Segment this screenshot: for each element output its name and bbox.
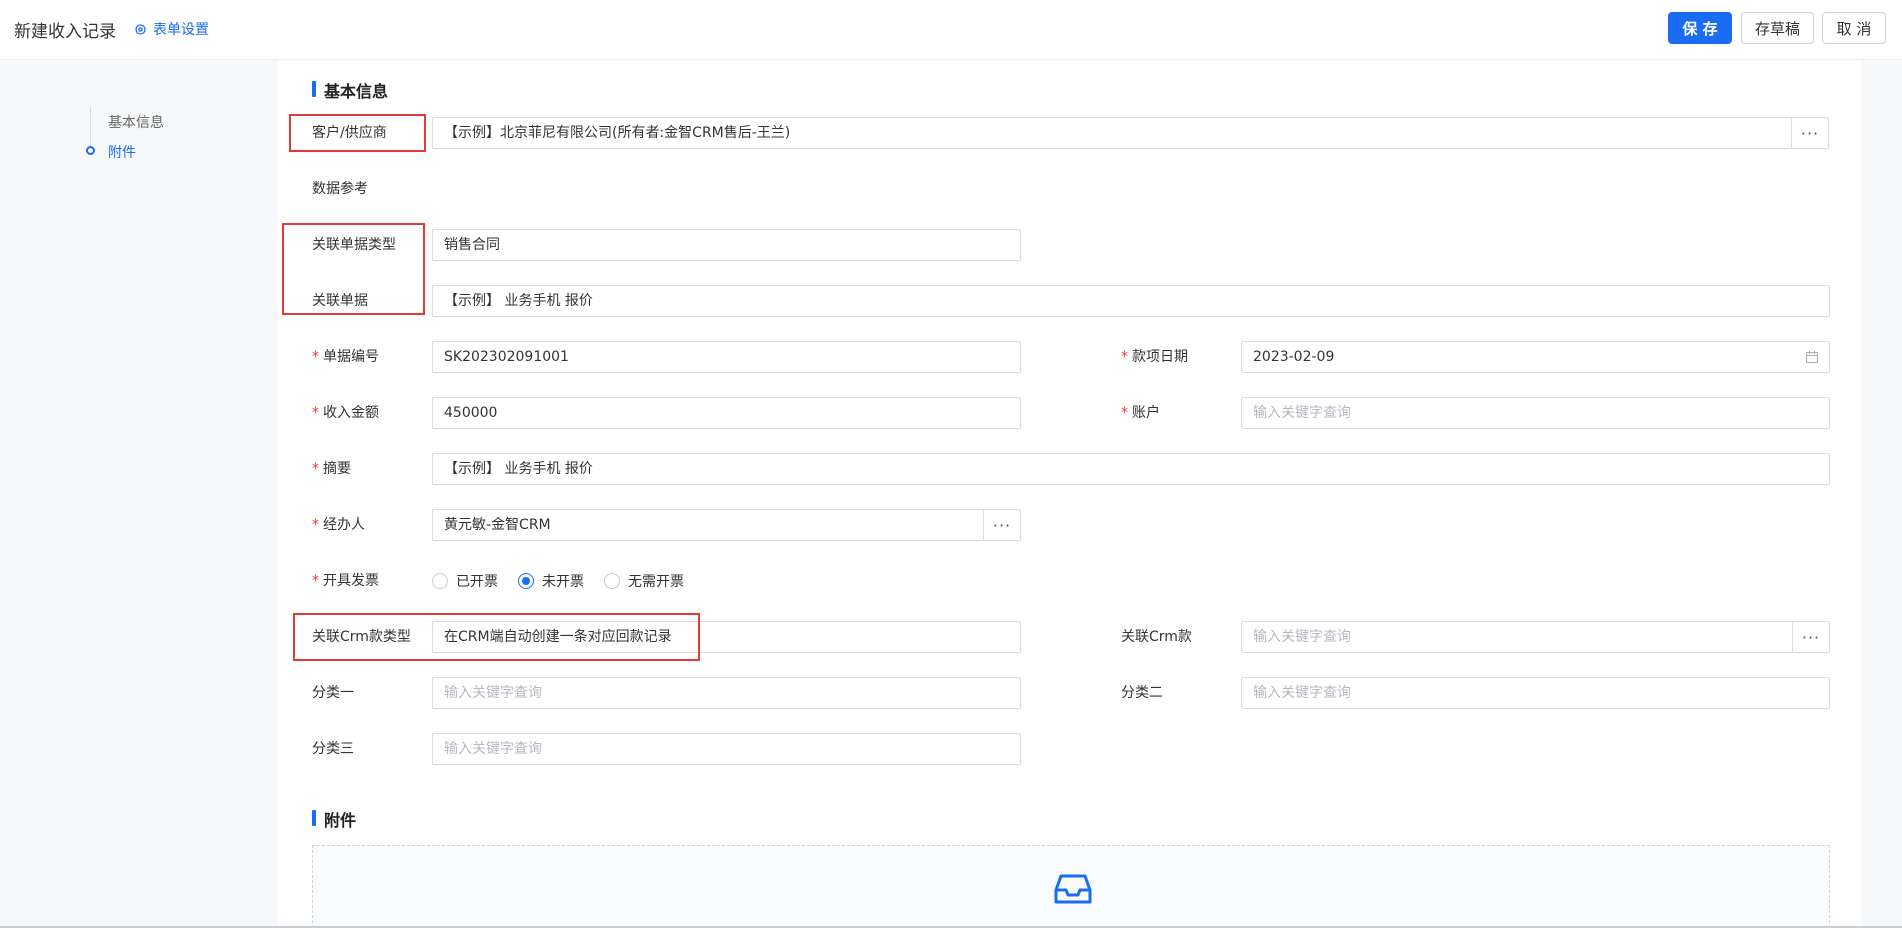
top-header: 新建收入记录 表单设置 保 存 存草稿 取 消 bbox=[0, 0, 1902, 60]
gear-icon bbox=[135, 23, 146, 35]
radio-circle bbox=[604, 573, 620, 589]
related-doc-label: 关联单据 bbox=[312, 293, 368, 309]
form-settings-label: 表单设置 bbox=[153, 22, 209, 38]
doc-number-field[interactable]: SK202302091001 bbox=[432, 341, 1021, 373]
form-settings-link[interactable]: 表单设置 bbox=[134, 19, 209, 39]
nav-active-dot bbox=[86, 146, 95, 155]
nav-item-basic-info[interactable]: 基本信息 bbox=[108, 112, 164, 132]
related-doc-type-field[interactable]: 销售合同 bbox=[432, 229, 1021, 261]
related-doc-type-label: 关联单据类型 bbox=[312, 237, 396, 253]
invoice-option-not-issued[interactable]: 未开票 bbox=[518, 571, 584, 591]
category-three-search-input[interactable]: 输入关键字查询 bbox=[432, 733, 1021, 765]
account-search-input[interactable]: 输入关键字查询 bbox=[1241, 397, 1830, 429]
save-draft-button[interactable]: 存草稿 bbox=[1741, 12, 1814, 44]
invoice-option-issued[interactable]: 已开票 bbox=[432, 571, 498, 591]
more-icon: ··· bbox=[1801, 627, 1821, 647]
category-one-label: 分类一 bbox=[312, 685, 354, 701]
payment-date-value: 2023-02-09 bbox=[1253, 349, 1335, 365]
crm-payment-more-button[interactable]: ··· bbox=[1792, 621, 1830, 653]
section-title-attachments: 附件 bbox=[312, 807, 356, 831]
invoice-radio-group: 已开票 未开票 无需开票 bbox=[432, 565, 704, 597]
handler-label: * 经办人 bbox=[312, 517, 365, 533]
crm-type-label: 关联Crm款类型 bbox=[312, 629, 411, 645]
summary-field[interactable]: 【示例】 业务手机 报价 bbox=[432, 453, 1830, 485]
nav-item-attachments[interactable]: 附件 bbox=[108, 142, 136, 162]
crm-type-field[interactable]: 在CRM端自动创建一条对应回款记录 bbox=[432, 621, 1021, 653]
invoice-option-not-required[interactable]: 无需开票 bbox=[604, 571, 684, 591]
form-panel bbox=[278, 60, 1862, 928]
handler-more-button[interactable]: ··· bbox=[983, 509, 1021, 541]
customer-label: 客户/供应商 bbox=[312, 125, 387, 141]
category-two-label: 分类二 bbox=[1121, 685, 1163, 701]
category-three-label: 分类三 bbox=[312, 741, 354, 757]
attachment-upload-area[interactable] bbox=[312, 845, 1830, 928]
save-button[interactable]: 保 存 bbox=[1668, 12, 1732, 44]
calendar-icon[interactable] bbox=[1805, 350, 1819, 364]
cancel-button[interactable]: 取 消 bbox=[1822, 12, 1886, 44]
more-icon: ··· bbox=[1800, 123, 1820, 143]
invoice-label: * 开具发票 bbox=[312, 573, 379, 589]
crm-payment-search-input[interactable]: 输入关键字查询 bbox=[1241, 621, 1793, 653]
data-reference-label: 数据参考 bbox=[312, 181, 368, 197]
radio-circle bbox=[432, 573, 448, 589]
category-two-search-input[interactable]: 输入关键字查询 bbox=[1241, 677, 1830, 709]
amount-field[interactable]: 450000 bbox=[432, 397, 1021, 429]
amount-label: * 收入金额 bbox=[312, 405, 379, 421]
account-label: * 账户 bbox=[1121, 405, 1160, 421]
payment-date-field[interactable]: 2023-02-09 bbox=[1241, 341, 1830, 373]
customer-field[interactable]: 【示例】北京菲尼有限公司(所有者:金智CRM售后-王兰) bbox=[432, 117, 1792, 149]
section-title-basic-info: 基本信息 bbox=[312, 78, 388, 102]
payment-date-label: * 款项日期 bbox=[1121, 349, 1188, 365]
category-one-search-input[interactable]: 输入关键字查询 bbox=[432, 677, 1021, 709]
related-doc-field[interactable]: 【示例】 业务手机 报价 bbox=[432, 285, 1830, 317]
more-icon: ··· bbox=[992, 515, 1012, 535]
summary-label: * 摘要 bbox=[312, 461, 351, 477]
page-title: 新建收入记录 bbox=[14, 22, 116, 42]
handler-field[interactable]: 黄元敏-金智CRM bbox=[432, 509, 984, 541]
crm-payment-label: 关联Crm款 bbox=[1121, 629, 1192, 645]
customer-more-button[interactable]: ··· bbox=[1791, 117, 1829, 149]
inbox-icon bbox=[1054, 874, 1092, 904]
doc-number-label: * 单据编号 bbox=[312, 349, 379, 365]
radio-circle-selected bbox=[518, 573, 534, 589]
